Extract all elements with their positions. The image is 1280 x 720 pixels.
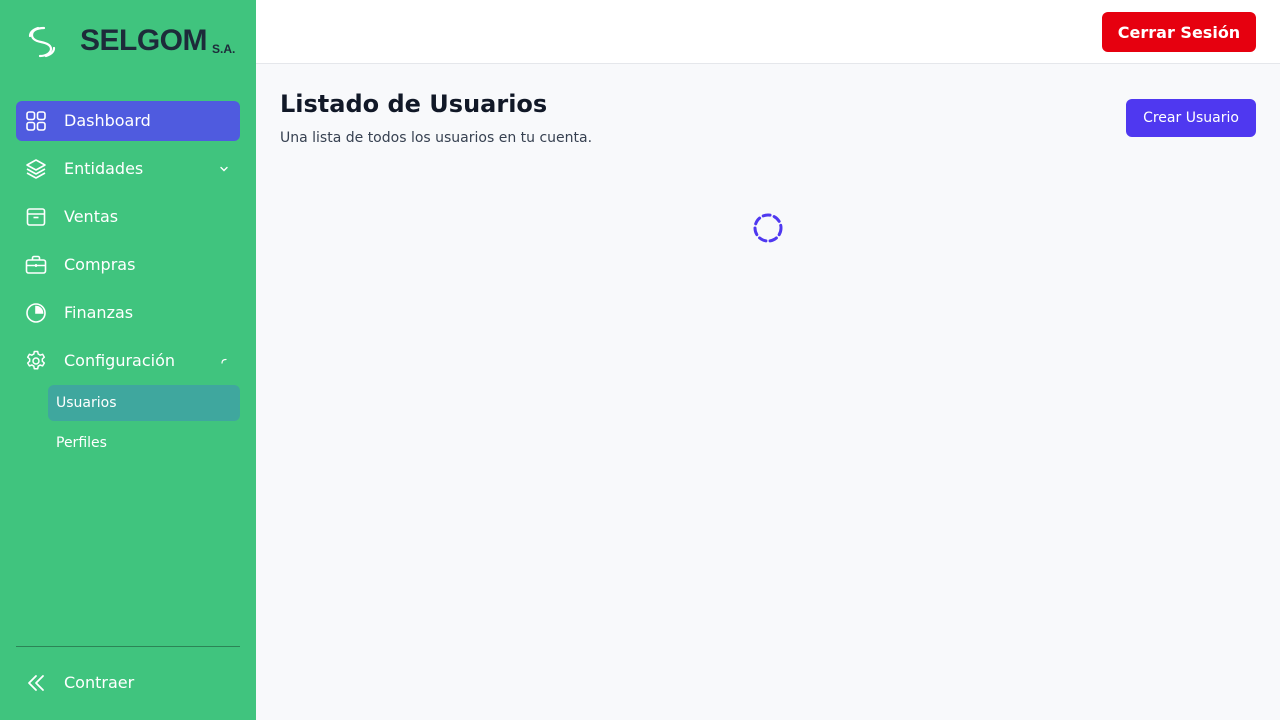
sidebar-item-configuracion[interactable]: Configuración <box>16 341 240 381</box>
layers-icon <box>26 159 46 179</box>
sidebar-subitem-perfiles[interactable]: Perfiles <box>48 425 240 461</box>
archive-box-icon <box>26 208 46 226</box>
gear-icon <box>26 350 46 370</box>
sidebar-subitem-usuarios[interactable]: Usuarios <box>48 385 240 421</box>
sidebar-item-compras[interactable]: Compras <box>16 245 240 285</box>
collapse-sidebar-button[interactable]: Contraer <box>16 663 240 703</box>
sidebar-divider <box>16 646 240 647</box>
sidebar-item-finanzas[interactable]: Finanzas <box>16 293 240 333</box>
main-content: Listado de Usuarios Una lista de todos l… <box>256 65 1280 720</box>
sidebar-item-label: Configuración <box>64 351 176 370</box>
create-user-button[interactable]: Crear Usuario <box>1126 99 1256 137</box>
sidebar-item-dashboard[interactable]: Dashboard <box>16 101 240 141</box>
collapse-label: Contraer <box>64 673 135 692</box>
sidebar-item-label: Entidades <box>64 159 144 178</box>
chevron-down-icon <box>220 166 228 172</box>
double-chevron-left-icon <box>28 675 44 691</box>
brand-logo[interactable]: SELGOM S.A. <box>26 22 235 62</box>
sidebar-item-label: Finanzas <box>64 303 134 322</box>
sidebar: SELGOM S.A. Dashboard Entidades Ventas C… <box>0 0 256 720</box>
top-bar: Cerrar Sesión <box>256 0 1280 64</box>
chevron-up-icon <box>221 358 227 364</box>
page-subtitle: Una lista de todos los usuarios en tu cu… <box>280 130 593 146</box>
sidebar-subitem-label: Perfiles <box>56 435 107 451</box>
brand-suffix: S.A. <box>212 42 236 56</box>
sidebar-item-label: Ventas <box>64 207 119 226</box>
sidebar-item-ventas[interactable]: Ventas <box>16 197 240 237</box>
sidebar-item-label: Dashboard <box>64 111 151 130</box>
brand-name: SELGOM <box>80 24 208 57</box>
pie-chart-icon <box>26 303 46 323</box>
sidebar-item-entidades[interactable]: Entidades <box>16 149 240 189</box>
briefcase-icon <box>25 255 47 274</box>
page-title: Listado de Usuarios <box>280 90 548 118</box>
selgom-logo-icon <box>28 26 56 58</box>
grid-icon <box>26 111 46 131</box>
sidebar-subitem-label: Usuarios <box>56 395 117 411</box>
loading-spinner-icon <box>753 213 783 243</box>
sidebar-item-label: Compras <box>64 255 136 274</box>
logout-button[interactable]: Cerrar Sesión <box>1102 12 1256 52</box>
